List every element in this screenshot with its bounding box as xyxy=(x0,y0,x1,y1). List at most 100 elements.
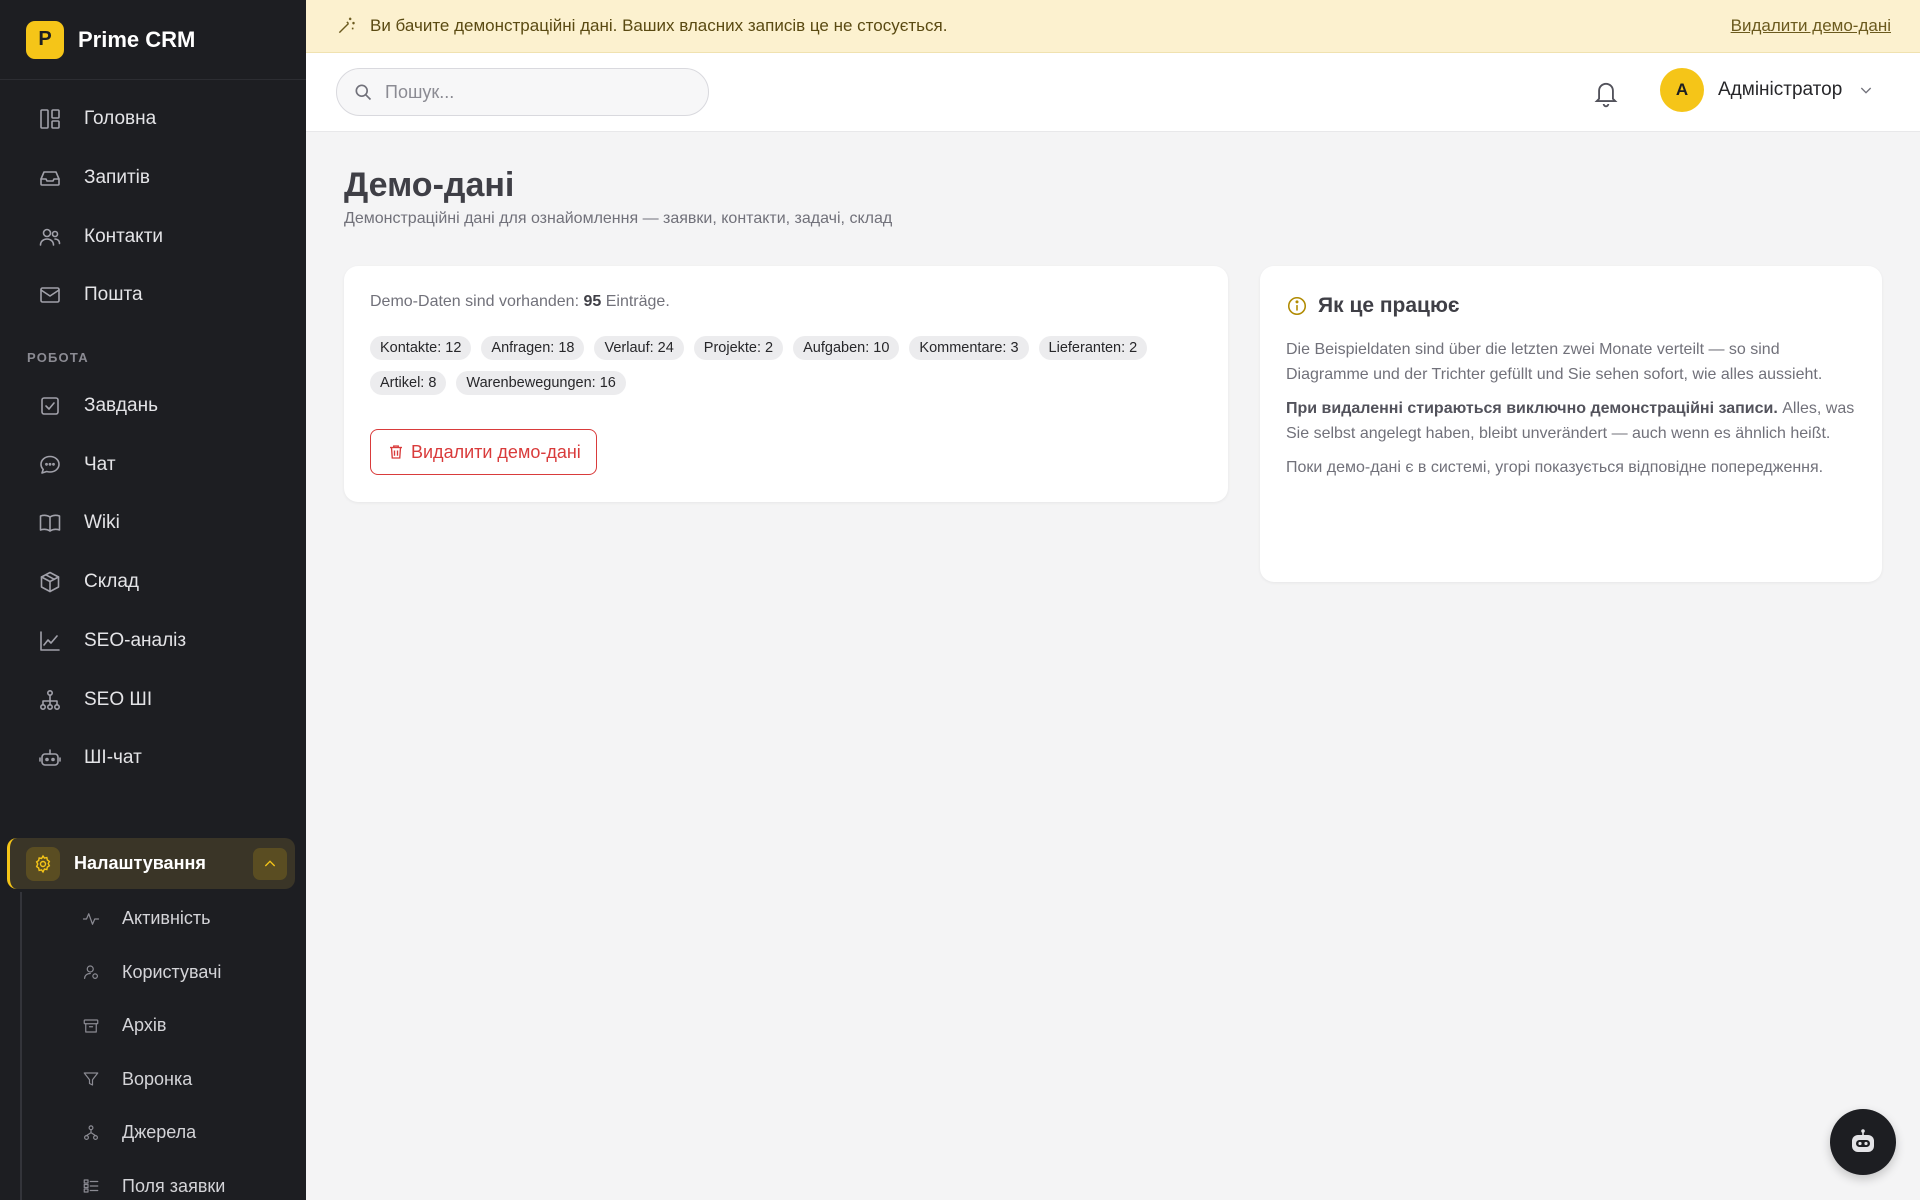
activity-icon xyxy=(82,912,100,925)
sidebar-item-sources[interactable]: Джерела xyxy=(22,1106,300,1160)
count-badge: Anfragen: 18 xyxy=(481,336,585,360)
chevron-up-icon xyxy=(264,860,276,867)
demo-banner: Ви бачите демонстраційні дані. Ваших вла… xyxy=(306,0,1920,53)
user-name: Адміністратор xyxy=(1718,79,1843,100)
count-badge: Kommentare: 3 xyxy=(909,336,1029,360)
sidebar-item-label: Архів xyxy=(122,1015,167,1036)
info-paragraph: При видаленні стираються виключно демонс… xyxy=(1286,397,1856,446)
notifications-button[interactable] xyxy=(1592,78,1620,108)
sidebar-item-label: ШІ-чат xyxy=(84,747,142,769)
inbox-icon xyxy=(40,171,60,186)
main-nav: Головна Запитів Контакти Пошта РОБОТА За… xyxy=(0,80,306,788)
sidebar-item-users[interactable]: Користувачі xyxy=(22,946,300,1000)
user-menu[interactable]: A Адміністратор xyxy=(1660,68,1874,112)
sidebar-item-label: Склад xyxy=(84,571,139,593)
info-body: Die Beispieldaten sind über die letzten … xyxy=(1286,338,1856,491)
sidebar-item-label: Контакти xyxy=(84,225,164,247)
search-box[interactable] xyxy=(336,68,709,116)
info-icon xyxy=(1287,296,1307,316)
page-title: Демо-дані xyxy=(344,166,515,204)
count-badge: Lieferanten: 2 xyxy=(1038,336,1148,360)
delete-demo-button[interactable]: Видалити демо-дані xyxy=(370,429,597,475)
bell-icon xyxy=(1594,82,1618,108)
sidebar-item-label: Чат xyxy=(84,453,116,475)
info-paragraph: Die Beispieldaten sind über die letzten … xyxy=(1286,341,1823,383)
sidebar-item-label: Пошта xyxy=(84,284,143,306)
summary-count: 95 xyxy=(583,293,602,310)
trash-icon xyxy=(390,445,402,459)
robot-icon xyxy=(39,749,61,767)
book-icon xyxy=(39,515,61,533)
sidebar-item-label: SEO-аналіз xyxy=(84,629,187,651)
archive-icon xyxy=(83,1019,99,1033)
sidebar-item-seo-ai[interactable]: SEO ШІ xyxy=(0,670,306,729)
magic-wand-icon xyxy=(338,17,355,34)
settings-subnav: Активність Користувачі Архів Воронка Дже… xyxy=(20,892,300,1200)
topbar: A Адміністратор xyxy=(306,53,1920,132)
brand[interactable]: P Prime CRM xyxy=(0,0,306,80)
users-icon xyxy=(39,228,61,246)
info-bold-text: При видаленні стираються виключно демонс… xyxy=(1286,400,1778,417)
how-it-works-card: Як це працює Die Beispieldaten sind über… xyxy=(1260,266,1882,582)
sidebar-item-seo-analysis[interactable]: SEO-аналіз xyxy=(0,612,306,671)
demo-tags: Kontakte: 12 Anfragen: 18 Verlauf: 24 Pr… xyxy=(370,336,1210,395)
sidebar-item-home[interactable]: Головна xyxy=(0,90,306,149)
sidebar-item-ai-chat[interactable]: ШІ-чат xyxy=(0,729,306,788)
sidebar-item-label: Джерела xyxy=(122,1122,197,1143)
sidebar-item-tasks[interactable]: Завдань xyxy=(0,377,306,436)
count-badge: Aufgaben: 10 xyxy=(793,336,900,360)
count-badge: Kontakte: 12 xyxy=(370,336,472,360)
info-paragraph: Поки демо-дані є в системі, угорі показу… xyxy=(1286,459,1824,476)
summary-suffix: Einträge. xyxy=(605,293,670,310)
brand-name: Prime CRM xyxy=(78,26,196,52)
chat-icon xyxy=(40,455,60,474)
sidebar-item-archive[interactable]: Архів xyxy=(22,999,300,1053)
sidebar-item-activity[interactable]: Активність xyxy=(22,892,300,946)
sidebar: P Prime CRM Головна Запитів Контакти Пош… xyxy=(0,0,306,1200)
chevron-down-icon xyxy=(1861,87,1872,94)
delete-demo-link[interactable]: Видалити демо-дані xyxy=(1731,16,1891,36)
user-icon xyxy=(84,965,98,980)
chart-icon xyxy=(40,631,60,651)
info-title: Як це працює xyxy=(1318,294,1460,317)
sidebar-item-label: Користувачі xyxy=(122,961,222,982)
sidebar-item-mail[interactable]: Пошта xyxy=(0,266,306,325)
sidebar-item-label: Воронка xyxy=(122,1068,193,1089)
count-badge: Verlauf: 24 xyxy=(594,336,684,360)
funnel-icon xyxy=(83,1072,99,1086)
count-badge: Projekte: 2 xyxy=(693,336,784,360)
sidebar-item-contacts[interactable]: Контакти xyxy=(0,207,306,266)
demo-data-card: Demo-Daten sind vorhanden: 95 Einträge. … xyxy=(344,266,1228,502)
avatar: A xyxy=(1660,68,1704,112)
hierarchy-icon xyxy=(39,689,60,710)
count-badge: Warenbewegungen: 16 xyxy=(456,371,626,395)
sidebar-item-chat[interactable]: Чат xyxy=(0,435,306,494)
sidebar-item-requests[interactable]: Запитів xyxy=(0,149,306,208)
delete-demo-label: Видалити демо-дані xyxy=(411,441,581,462)
sidebar-item-label: Головна xyxy=(84,108,157,130)
robot-icon xyxy=(1852,1129,1874,1152)
summary-prefix: Demo-Daten sind vorhanden: xyxy=(370,293,580,310)
demo-banner-text: Ви бачите демонстраційні дані. Ваших вла… xyxy=(370,16,948,35)
sidebar-item-wiki[interactable]: Wiki xyxy=(0,494,306,553)
settings-label: Налаштування xyxy=(74,853,206,873)
sidebar-item-warehouse[interactable]: Склад xyxy=(0,553,306,612)
mail-icon xyxy=(40,287,60,304)
sidebar-item-label: Запитів xyxy=(84,167,150,189)
box-icon xyxy=(40,571,60,593)
sidebar-item-funnel[interactable]: Воронка xyxy=(22,1053,300,1107)
brand-logo: P xyxy=(26,20,64,59)
gear-icon xyxy=(35,854,51,873)
sidebar-section-work: РОБОТА xyxy=(27,350,89,366)
checkbox-icon xyxy=(41,397,59,415)
sidebar-item-label: Завдань xyxy=(84,395,158,417)
settings-collapse-button[interactable] xyxy=(253,848,287,880)
ai-assistant-button[interactable] xyxy=(1830,1109,1896,1175)
sidebar-item-request-fields[interactable]: Поля заявки xyxy=(22,1160,300,1200)
sidebar-item-settings[interactable]: Налаштування xyxy=(7,838,295,889)
sidebar-item-label: Поля заявки xyxy=(122,1175,226,1196)
search-input[interactable] xyxy=(385,81,685,103)
fields-icon xyxy=(83,1179,99,1193)
page-subtitle: Демонстраційні дані для ознайомлення — з… xyxy=(344,210,893,227)
sidebar-item-label: Активність xyxy=(122,908,211,929)
